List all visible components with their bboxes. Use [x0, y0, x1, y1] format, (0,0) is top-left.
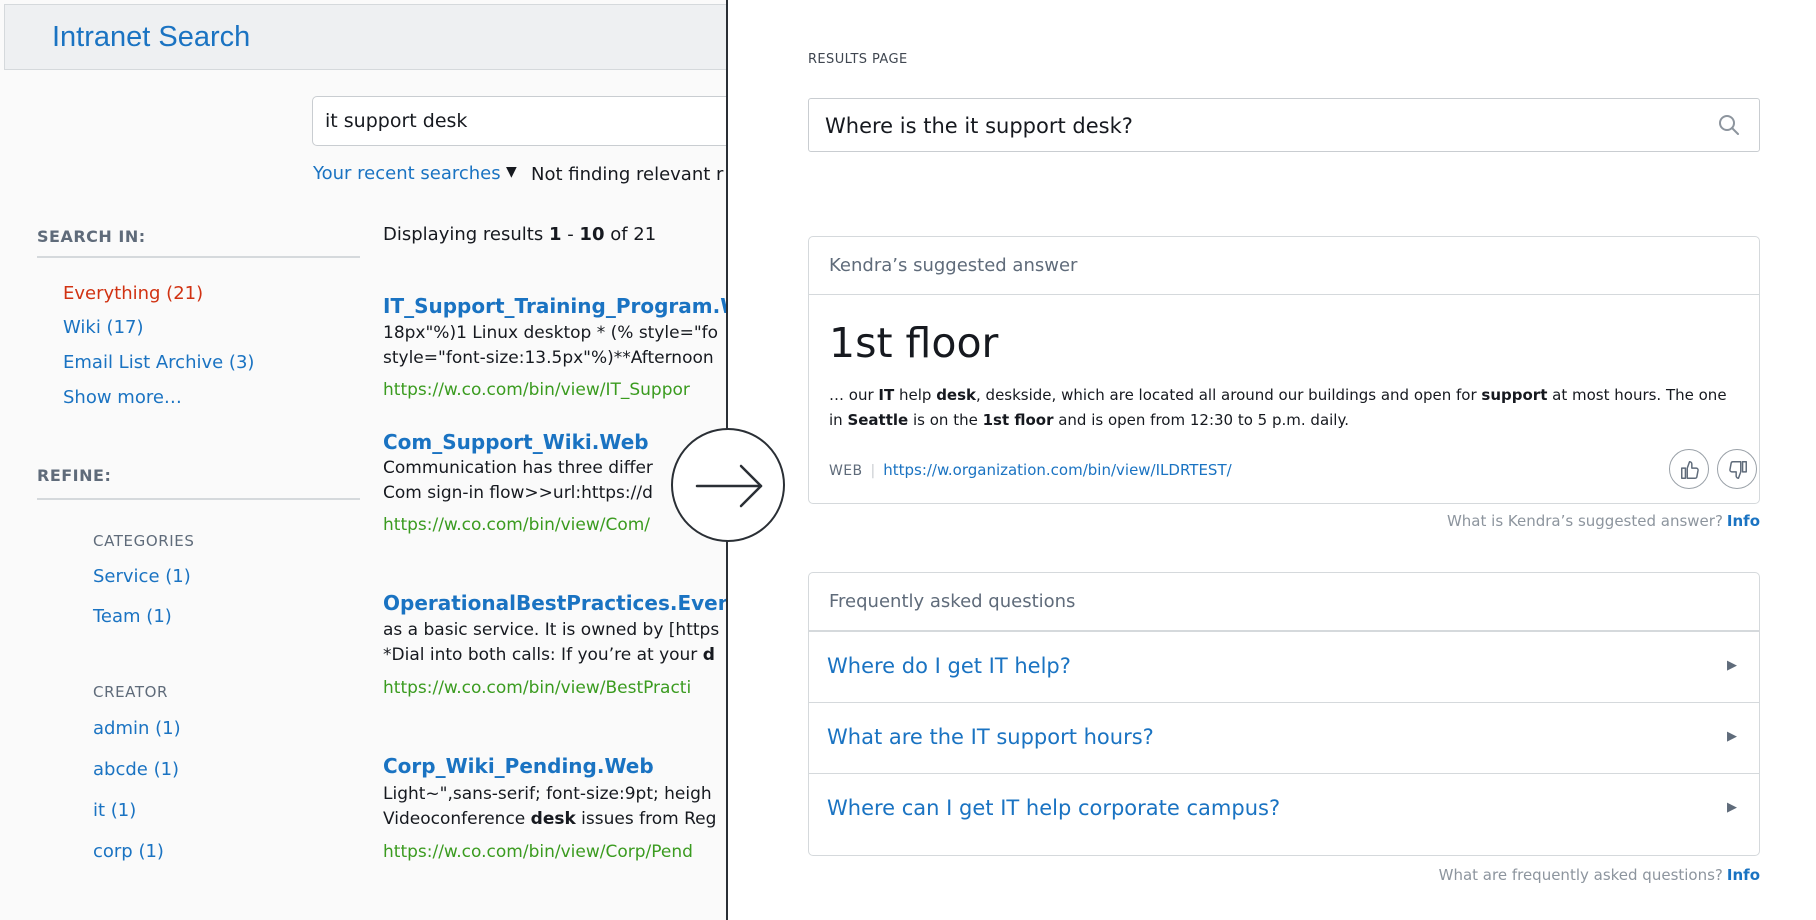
results-count: Displaying results 1 - 10 of 21: [383, 224, 656, 245]
excerpt-highlight: 1st floor: [982, 411, 1054, 429]
query-search-box[interactable]: [808, 98, 1760, 152]
result-url[interactable]: https://w.co.com/bin/view/Corp/Pend: [383, 842, 693, 862]
creator-admin[interactable]: admin (1): [93, 718, 181, 739]
not-finding-text: Not finding relevant r: [531, 164, 724, 185]
results-count-prefix: Displaying results: [383, 224, 549, 245]
faq-item[interactable]: Where can I get IT help corporate campus…: [809, 773, 1759, 844]
transition-arrow: [671, 428, 785, 542]
thumbs-down-icon: [1729, 461, 1747, 479]
app-title: Intranet Search: [52, 21, 251, 53]
creator-corp[interactable]: corp (1): [93, 841, 164, 862]
excerpt-highlight: Seattle: [847, 411, 909, 429]
excerpt-text: … our: [829, 386, 879, 404]
facet-email-list-archive[interactable]: Email List Archive (3): [63, 352, 254, 373]
source-url-link[interactable]: https://w.organization.com/bin/view/ILDR…: [883, 461, 1231, 479]
excerpt-text: is on the: [908, 411, 983, 429]
snippet-text: Videoconference: [383, 809, 531, 829]
legacy-search-box[interactable]: [312, 96, 727, 146]
excerpt-text: , deskside, which are located all around…: [976, 386, 1482, 404]
result-snippet: Communication has three differ: [383, 458, 653, 478]
facet-wiki[interactable]: Wiki (17): [63, 317, 144, 338]
result-snippet: Com sign-in flow>>url:https://d: [383, 483, 653, 503]
answer-info-link[interactable]: Info: [1727, 512, 1760, 530]
result-snippet: as a basic service. It is owned by [http…: [383, 620, 720, 640]
results-count-suffix: of 21: [604, 224, 657, 245]
faq-question[interactable]: Where do I get IT help?: [827, 654, 1071, 678]
faq-card: Frequently asked questions Where do I ge…: [808, 572, 1760, 856]
results-count-to: 10: [579, 224, 605, 245]
thumbs-up-button[interactable]: [1669, 449, 1709, 489]
category-team[interactable]: Team (1): [93, 606, 172, 627]
excerpt-highlight: IT: [878, 386, 895, 404]
thumbs-down-button[interactable]: [1717, 449, 1757, 489]
triangle-right-icon[interactable]: ▶: [1727, 800, 1737, 815]
result-url[interactable]: https://w.co.com/bin/view/IT_Suppor: [383, 380, 690, 400]
results-count-from: 1: [548, 224, 562, 245]
results-count-dash: -: [561, 224, 580, 245]
results-page-pane: RESULTS PAGE Kendra’s suggested answer 1…: [728, 0, 1816, 920]
result-url[interactable]: https://w.co.com/bin/view/BestPracti: [383, 678, 691, 698]
faq-item[interactable]: Where do I get IT help? ▶: [809, 631, 1759, 702]
arrow-right-icon: [695, 464, 763, 508]
creator-abcde[interactable]: abcde (1): [93, 759, 179, 780]
snippet-highlight: desk: [530, 809, 576, 829]
suggested-answer-card: Kendra’s suggested answer 1st floor … ou…: [808, 236, 1760, 504]
facet-everything[interactable]: Everything (21): [63, 283, 203, 304]
answer-info-line: What is Kendra’s suggested answer? Info: [1447, 512, 1760, 530]
snippet-text: issues from Reg: [575, 809, 717, 829]
suggested-answer-value: 1st floor: [829, 319, 999, 367]
result-title-link[interactable]: Com_Support_Wiki.Web: [383, 430, 649, 454]
caret-down-icon[interactable]: ▼: [506, 164, 517, 180]
legacy-search-input[interactable]: [325, 107, 725, 135]
source-separator: |: [870, 463, 876, 479]
source-type-label: WEB: [829, 463, 863, 479]
thumbs-up-icon: [1681, 461, 1699, 479]
excerpt-highlight: support: [1481, 386, 1548, 404]
facet-divider: [37, 498, 360, 500]
result-title-link[interactable]: IT_Support_Training_Program.W: [383, 294, 727, 318]
snippet-text: *Dial into both calls: If you’re at your: [383, 645, 703, 665]
excerpt-highlight: desk: [936, 386, 977, 404]
refine-heading: REFINE:: [37, 466, 112, 485]
search-in-heading: SEARCH IN:: [37, 227, 146, 246]
creator-heading: CREATOR: [93, 683, 169, 701]
search-icon[interactable]: [1717, 113, 1741, 141]
legacy-search-pane: Intranet Search Your recent searches ▼ N…: [0, 0, 727, 920]
result-snippet: 18px"%)1 Linux desktop * (% style="fo: [383, 323, 719, 343]
app-header: Intranet Search: [4, 4, 727, 70]
category-service[interactable]: Service (1): [93, 566, 191, 587]
result-title-link[interactable]: Corp_Wiki_Pending.Web: [383, 754, 654, 778]
result-snippet: Videoconference desk issues from Reg: [383, 807, 716, 832]
faq-question[interactable]: What are the IT support hours?: [827, 725, 1154, 749]
faq-heading: Frequently asked questions: [809, 573, 1759, 631]
snippet-highlight: d: [702, 645, 715, 665]
show-more-link[interactable]: Show more…: [63, 387, 182, 408]
results-page-label: RESULTS PAGE: [808, 52, 908, 67]
result-url[interactable]: https://w.co.com/bin/view/Com/: [383, 515, 650, 535]
excerpt-text: and is open from 12:30 to 5 p.m. daily.: [1053, 411, 1349, 429]
info-question: What is Kendra’s suggested answer?: [1446, 512, 1723, 530]
faq-info-line: What are frequently asked questions? Info: [1439, 866, 1760, 884]
triangle-right-icon[interactable]: ▶: [1727, 729, 1737, 744]
result-snippet: style="font-size:13.5px"%)**Afternoon: [383, 348, 714, 368]
query-input[interactable]: [825, 111, 1685, 141]
categories-heading: CATEGORIES: [93, 532, 195, 550]
result-title-link[interactable]: OperationalBestPractices.EventM: [383, 591, 727, 615]
result-snippet: Light~",sans-serif; font-size:9pt; heigh: [383, 784, 712, 804]
creator-it[interactable]: it (1): [93, 800, 136, 821]
faq-info-link[interactable]: Info: [1727, 866, 1760, 884]
suggested-answer-excerpt: … our IT help desk, deskside, which are …: [829, 383, 1729, 433]
facet-divider: [37, 256, 360, 258]
answer-source: WEB | https://w.organization.com/bin/view/…: [829, 461, 1232, 479]
faq-item[interactable]: What are the IT support hours? ▶: [809, 702, 1759, 773]
recent-searches-link[interactable]: Your recent searches: [313, 163, 501, 184]
result-snippet: *Dial into both calls: If you’re at your…: [383, 643, 715, 668]
excerpt-text: help: [894, 386, 937, 404]
triangle-right-icon[interactable]: ▶: [1727, 658, 1737, 673]
suggested-answer-heading: Kendra’s suggested answer: [809, 237, 1759, 295]
faq-question[interactable]: Where can I get IT help corporate campus…: [827, 796, 1280, 820]
info-question: What are frequently asked questions?: [1438, 866, 1723, 884]
